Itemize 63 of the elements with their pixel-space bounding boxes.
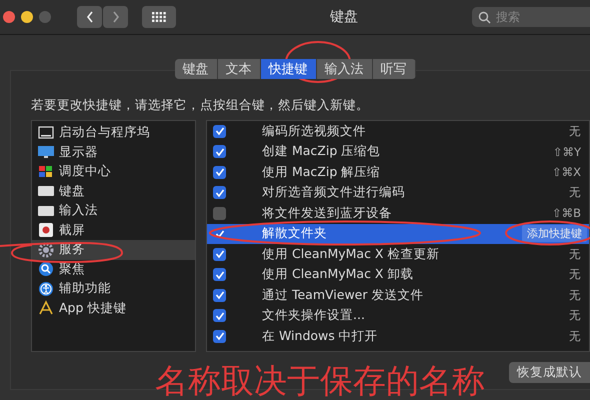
shortcut-key: ⇧⌘X <box>552 165 581 180</box>
shortcut-row[interactable]: 使用 CleanMyMac X 检查更新 无 <box>207 244 589 264</box>
shortcut-row[interactable]: 对所选音频文件进行编码 无 <box>207 182 589 203</box>
checkbox[interactable] <box>213 124 226 138</box>
checkbox[interactable] <box>213 145 226 158</box>
category-icon <box>38 280 54 297</box>
shortcut-key: 无 <box>569 124 581 139</box>
show-all-button[interactable] <box>142 6 176 28</box>
category-item[interactable]: 辅助功能 <box>32 279 195 298</box>
checkbox[interactable] <box>213 268 226 282</box>
add-shortcut-button[interactable]: 添加快捷键 <box>522 225 587 242</box>
checkbox[interactable] <box>213 248 226 261</box>
shortcut-row[interactable]: 通过 TeamViewer 发送文件 无 <box>207 285 589 306</box>
shortcut-key: 无 <box>569 246 581 262</box>
shortcut-row[interactable]: 使用 CleanMyMac X 卸载 无 <box>207 264 589 285</box>
category-item[interactable]: 服务 <box>32 240 195 260</box>
tab[interactable]: 快捷键 <box>260 59 316 79</box>
shortcut-row[interactable]: 在 Windows 中打开 无 <box>207 326 589 346</box>
shortcut-key: 无 <box>569 185 581 200</box>
category-icon <box>38 242 54 258</box>
category-icon <box>38 164 54 180</box>
category-item[interactable]: 键盘 <box>32 182 195 201</box>
checkbox[interactable] <box>213 166 226 179</box>
chevron-right-icon <box>110 10 120 24</box>
category-icon <box>38 144 54 160</box>
back-button[interactable] <box>77 6 102 28</box>
category-item[interactable]: 输入法 <box>32 201 195 220</box>
category-item[interactable]: 截屏 <box>32 220 195 240</box>
category-icon <box>38 124 54 141</box>
category-icon <box>38 222 54 238</box>
category-item[interactable]: 聚焦 <box>32 260 195 279</box>
checkbox[interactable] <box>213 330 226 343</box>
checkbox[interactable] <box>213 186 226 200</box>
grid-icon <box>152 12 166 22</box>
category-item[interactable]: App 快捷键 <box>32 298 195 318</box>
shortcut-row[interactable]: 编码所选视频文件 无 <box>207 121 589 142</box>
shortcut-row[interactable]: 将文件发送到蓝牙设备 ⇧⌘B <box>207 203 589 224</box>
category-icon <box>38 300 54 316</box>
shortcut-row[interactable]: 使用 MacZip 解压缩 ⇧⌘X <box>207 162 589 182</box>
category-item[interactable]: 显示器 <box>32 142 195 162</box>
checkbox[interactable] <box>213 288 226 302</box>
category-item[interactable]: 调度中心 <box>32 162 195 182</box>
checkbox[interactable] <box>213 206 226 220</box>
checkbox[interactable] <box>213 309 226 322</box>
annotation-text: 名称取决于保存的名称 <box>155 364 485 397</box>
shortcut-key: 无 <box>569 328 581 344</box>
instruction-text: 若要更改快捷键，请选择它，点按组合键，然后键入新键。 <box>31 97 370 114</box>
category-icon <box>38 261 54 278</box>
shortcut-key: ⇧⌘Y <box>552 144 581 159</box>
shortcut-key: ⇧⌘B <box>552 206 581 220</box>
shortcut-row[interactable]: 创建 MacZip 压缩包 ⇧⌘Y <box>207 142 589 162</box>
shortcut-key: 无 <box>569 308 581 324</box>
shortcut-row[interactable]: 文件夹操作设置... 无 <box>207 306 589 326</box>
category-item[interactable]: 启动台与程序坞 <box>32 123 195 142</box>
close-button[interactable] <box>3 11 15 23</box>
minimize-button[interactable] <box>21 11 33 23</box>
forward-button[interactable] <box>103 6 128 28</box>
search-field[interactable]: 搜索 <box>472 7 590 27</box>
restore-defaults-button[interactable]: 恢复成默认 <box>509 362 590 383</box>
window-title: 键盘 <box>329 8 359 26</box>
shortcut-key: 无 <box>569 267 581 282</box>
chevron-left-icon <box>84 10 94 24</box>
shortcut-key: 无 <box>569 288 581 303</box>
